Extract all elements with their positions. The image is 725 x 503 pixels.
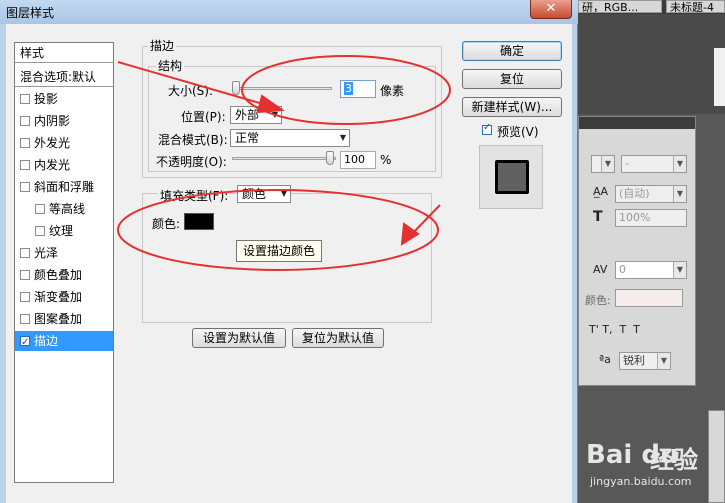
annotation-ellipse-color [117,189,439,271]
annotation-ellipse-size [241,55,451,125]
annotation-arrow-line-1 [117,61,271,107]
annotation-arrowhead-2 [400,222,420,246]
annotation-overlay [117,55,451,271]
annotation-arrowhead-1 [256,94,285,114]
